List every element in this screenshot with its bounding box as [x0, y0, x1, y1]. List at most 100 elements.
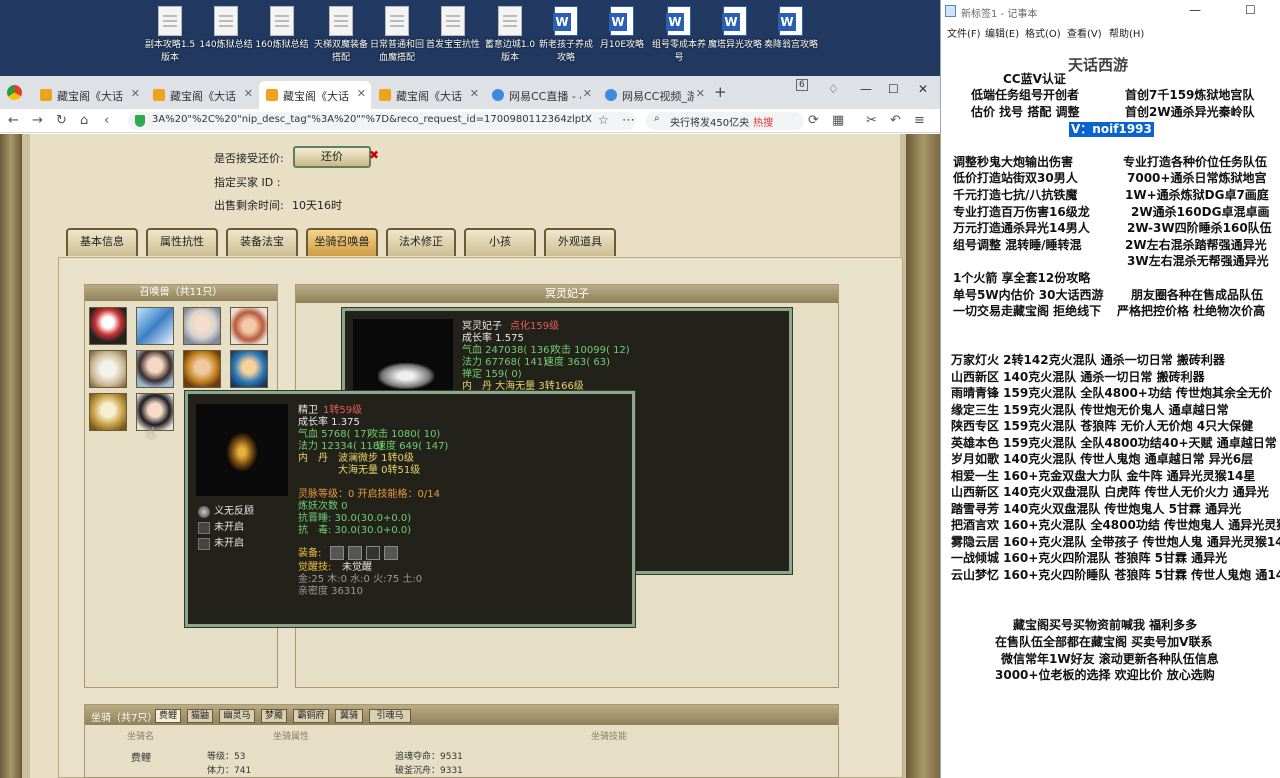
summon-avatar[interactable] [183, 307, 221, 345]
close-icon[interactable]: ✕ [583, 87, 592, 100]
address-bar: ← → ↻ ⌂ ‹ 3A%20"%2C%20"nip_desc_tag"%3A%… [0, 109, 940, 133]
menu-file[interactable]: 文件(F) [947, 25, 981, 40]
desktop-icon[interactable]: 首发宝宝抗性 [425, 4, 481, 52]
back-history-icon[interactable]: ‹ [104, 113, 109, 128]
url-field[interactable]: 3A%20"%2C%20"nip_desc_tag"%3A%20""%7D&re… [128, 112, 636, 130]
desktop-icon[interactable]: 160炼狱总结 [254, 4, 310, 52]
close-icon[interactable]: ✕ [244, 87, 253, 100]
close-icon[interactable]: ✕ [696, 87, 705, 100]
browser-logo-icon[interactable] [7, 85, 22, 100]
desktop-icon[interactable]: 140炼狱总结 [198, 4, 254, 52]
url-text: 3A%20"%2C%20"nip_desc_tag"%3A%20""%7D&re… [152, 114, 592, 125]
desktop-icon[interactable]: 天梯双魔装备搭配 [313, 4, 369, 65]
notepad-text-area[interactable]: CC蓝V认证 低端任务组号开创者 首创7千159炼狱地宫队 估价 找号 搭配 调… [941, 40, 1280, 778]
mount-tab[interactable]: 猫鼬 [187, 709, 213, 723]
search-text: 央行将发450亿央 [670, 118, 750, 129]
pet-growth: 成长率 1.375 [298, 417, 360, 428]
desktop-icon[interactable]: 奏降翁宫攻略 [763, 4, 819, 52]
browser-tab[interactable]: 藏宝阁《大话 ✕ [146, 81, 258, 109]
pet-tooltip-hover: 精卫 1转59级 成长率 1.375 气血 5768( 17) 攻击 1080(… [185, 391, 635, 627]
close-icon[interactable]: ✕ [357, 87, 366, 100]
mount-tab[interactable]: 引魂马 [369, 709, 411, 723]
summon-avatar[interactable] [136, 307, 174, 345]
mount-tab[interactable]: 费鲤 [155, 709, 181, 723]
home-icon[interactable]: ⌂ [80, 113, 88, 128]
summon-avatar[interactable] [230, 350, 268, 388]
equip-slot-icon[interactable] [348, 546, 362, 560]
notepad-title: 新标签1 - 记事本 [961, 9, 1038, 20]
star-icon[interactable]: ☆ [598, 113, 609, 127]
back-icon[interactable]: ← [8, 113, 19, 128]
tab-attributes[interactable]: 属性抗性 [146, 228, 218, 256]
browser-tab[interactable]: 网易CC视频_游 ✕ [598, 81, 710, 109]
tab-spell[interactable]: 法术修正 [386, 228, 456, 256]
mount-tab[interactable]: 梦魇 [261, 709, 287, 723]
minimize-icon[interactable]: — [860, 82, 872, 96]
summon-avatar[interactable] [183, 350, 221, 388]
equip-slot-icon[interactable] [384, 546, 398, 560]
summon-avatar[interactable] [89, 307, 127, 345]
close-icon[interactable]: ✕ [131, 87, 140, 100]
desktop-icon[interactable]: 蓄意边城1.0版本 [482, 4, 538, 65]
text-line: 相爱一生 160+克金双盘大力队 金牛阵 通异光灵猴14星 [951, 469, 1256, 483]
new-tab-button[interactable]: + [714, 83, 727, 101]
menu-help[interactable]: 帮助(H) [1109, 25, 1144, 40]
equip-slot-icon[interactable] [366, 546, 380, 560]
menu-format[interactable]: 格式(O) [1025, 25, 1061, 40]
summon-avatar[interactable] [230, 307, 268, 345]
tab-mount-summon[interactable]: 坐骑召唤兽 [306, 228, 378, 256]
mount-col-skill: 坐骑技能 [591, 732, 628, 742]
refresh-alt-icon[interactable]: ⟳ [808, 113, 819, 128]
search-box[interactable]: ⌕ 央行将发450亿央 热搜 [646, 112, 804, 130]
desktop-icon[interactable]: 日常普通和回血魔搭配 [369, 4, 425, 65]
tab-equipment[interactable]: 装备法宝 [226, 228, 298, 256]
reload-icon[interactable]: ↻ [56, 113, 67, 128]
minimize-icon[interactable]: — [1189, 3, 1201, 17]
summon-avatar[interactable] [89, 393, 127, 431]
tab-count-badge[interactable]: 6 [796, 79, 808, 91]
close-icon[interactable]: ✕ [470, 87, 479, 100]
tab-basic-info[interactable]: 基本信息 [66, 228, 138, 256]
pet-awaken-value: 未觉醒 [342, 562, 372, 573]
maximize-icon[interactable]: ☐ [888, 82, 899, 96]
mount-tab[interactable]: 翼骑 [335, 709, 363, 723]
shirt-icon[interactable]: ♢ [828, 82, 839, 96]
desktop-icon[interactable]: 新老孩子养成攻略 [538, 4, 594, 65]
text-line: 1个火箭 享全套12份攻略 [953, 271, 1091, 285]
summon-avatar[interactable] [136, 350, 174, 388]
desktop-icon[interactable]: 副本攻略1.5版本 [142, 4, 198, 65]
text-line: 山西新区 140克火混队 通杀一切日常 搬砖利器 [951, 370, 1205, 384]
pet-name: 冥灵妃子 [462, 321, 502, 332]
mount-tab[interactable]: 霸铜府 [293, 709, 329, 723]
pet-dan-label: 内 丹 [298, 453, 328, 464]
undo-icon[interactable]: ↶ [890, 113, 901, 128]
equip-slots [328, 546, 408, 560]
hand-cursor-icon: ☝ [146, 424, 156, 442]
browser-tab[interactable]: 藏宝阁《大话 ✕ [372, 81, 484, 109]
menu-view[interactable]: 查看(V) [1067, 25, 1102, 40]
extension-icon[interactable]: ▦ [832, 113, 844, 128]
text-line: 单号5W内估价 30大话西游 [953, 288, 1104, 302]
desktop-icon[interactable]: 组号零成本养号 [651, 4, 707, 65]
mount-tab[interactable]: 幽灵马 [219, 709, 255, 723]
forward-icon[interactable]: → [32, 113, 43, 128]
more-icon[interactable]: ⋯ [622, 113, 635, 128]
tab-appearance[interactable]: 外观道具 [544, 228, 616, 256]
browser-tab[interactable]: 网易CC直播 - 小✕ [485, 81, 597, 109]
maximize-icon[interactable]: ☐ [1245, 3, 1256, 17]
browser-tab[interactable]: 藏宝阁《大话 ✕ [33, 81, 145, 109]
equip-slot-icon[interactable] [330, 546, 344, 560]
text-line: 英雄本色 159克火混队 全队4800功结40+天赋 通卓越日常 [951, 436, 1277, 450]
close-window-icon[interactable]: ✕ [918, 82, 928, 96]
text-line: 山西新区 140克火双盘混队 白虎阵 传世人无价火力 通异光 [951, 485, 1269, 499]
haggle-button[interactable]: 还价 [293, 146, 371, 168]
mount-panel: 坐骑（共7只） 费鲤 猫鼬 幽灵马 梦魇 霸铜府 翼骑 引魂马 坐骑名 坐骑属性… [84, 704, 839, 778]
browser-tab-active[interactable]: 藏宝阁《大话 ✕ [259, 81, 371, 109]
summon-avatar[interactable] [89, 350, 127, 388]
scissors-icon[interactable]: ✂ [866, 113, 877, 128]
tab-child[interactable]: 小孩 [464, 228, 536, 256]
desktop-icon[interactable]: 月10E攻略 [594, 4, 650, 52]
menu-icon[interactable]: ≡ [914, 113, 925, 128]
desktop-icon[interactable]: 魔塔异光攻略 [707, 4, 763, 52]
menu-edit[interactable]: 编辑(E) [985, 25, 1019, 40]
